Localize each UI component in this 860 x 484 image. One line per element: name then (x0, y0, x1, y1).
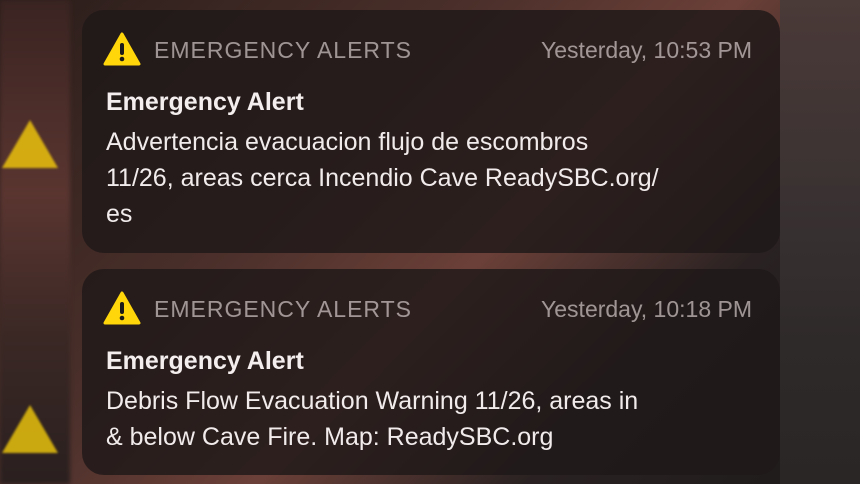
warning-triangle-icon (103, 291, 141, 325)
notification-app-name: EMERGENCY ALERTS (154, 37, 413, 63)
notification-time: Yesterday, 10:18 PM (541, 296, 752, 322)
blurred-warning-icon (2, 405, 58, 453)
notification-app-name: EMERGENCY ALERTS (154, 296, 413, 322)
notification-title: Emergency Alert (106, 347, 304, 375)
warning-triangle-icon (103, 32, 141, 66)
notification-card[interactable]: EMERGENCY ALERTS Yesterday, 10:53 PM Eme… (82, 10, 780, 253)
notification-body: Debris Flow Evacuation Warning 11/26, ar… (106, 387, 639, 451)
notification-title: Emergency Alert (106, 88, 304, 116)
notification-card[interactable]: EMERGENCY ALERTS Yesterday, 10:18 PM Eme… (82, 269, 780, 475)
background-right (780, 0, 860, 484)
notification-time: Yesterday, 10:53 PM (541, 37, 752, 63)
notification-body: Advertencia evacuacion flujo de escombro… (106, 128, 659, 228)
blurred-warning-icon (2, 120, 58, 168)
